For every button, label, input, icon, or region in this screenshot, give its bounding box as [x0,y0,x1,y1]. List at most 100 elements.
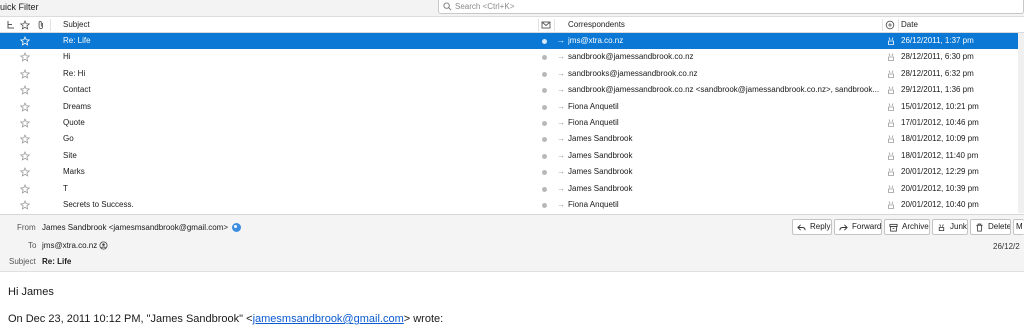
star-icon[interactable] [20,101,30,112]
forward-icon [839,224,848,231]
message-date: 18/01/2012, 11:40 pm [901,150,979,160]
star-icon[interactable] [20,68,30,79]
message-row[interactable]: Marks → James Sandbrook 20/01/2012, 12:2… [0,164,1024,180]
read-dot-icon[interactable] [542,153,547,159]
junk-icon[interactable] [886,184,896,194]
message-row[interactable]: T → James Sandbrook 20/01/2012, 10:39 pm [0,181,1024,197]
search-input[interactable]: Search <Ctrl+K> [438,0,1024,14]
column-header: Subject Correspondents Date [0,17,1024,33]
junk-icon[interactable] [886,102,896,112]
message-date: 18/01/2012, 10:09 pm [901,134,979,144]
more-label: M [1016,222,1023,231]
message-row[interactable]: Re: Life → jms@xtra.co.nz 26/12/2011, 1:… [0,33,1024,50]
read-dot-icon[interactable] [542,71,547,77]
read-dot-icon[interactable] [542,170,547,176]
read-dot-icon[interactable] [542,203,547,208]
read-dot-icon[interactable] [542,104,547,110]
star-icon[interactable] [20,134,30,145]
subject-label: Subject [9,257,36,266]
reply-button[interactable]: Reply [792,219,832,235]
message-row[interactable]: Site → James Sandbrook 18/01/2012, 11:40… [0,148,1024,164]
message-row[interactable]: Contact → sandbrook@jamessandbrook.co.nz… [0,82,1024,98]
message-subject: Marks [63,167,85,177]
arrow-icon: → [557,167,565,177]
message-subject: Go [63,134,74,144]
message-date: 28/12/2011, 6:32 pm [901,68,974,78]
sender-verified-icon[interactable] [232,223,241,232]
message-correspondent: James Sandbrook [568,150,633,160]
message-date: 15/01/2012, 10:21 pm [901,101,979,111]
arrow-icon: → [557,85,565,95]
junk-button[interactable]: Junk [932,219,968,235]
column-correspondents[interactable]: Correspondents [568,17,625,33]
column-date[interactable]: Date [901,17,918,33]
read-status-column-icon[interactable] [541,20,551,30]
body-greeting: Hi James [8,286,54,298]
message-row[interactable]: Go → James Sandbrook 18/01/2012, 10:09 p… [0,131,1024,147]
star-icon[interactable] [20,52,30,63]
star-icon[interactable] [20,118,30,128]
message-row[interactable]: Secrets to Success. → Fiona Anquetil 20/… [0,197,1024,213]
star-icon[interactable] [20,167,30,177]
thread-column-icon[interactable] [6,20,16,30]
junk-icon[interactable] [886,167,896,177]
star-icon[interactable] [20,85,30,95]
message-date: 20/01/2012, 10:39 pm [901,183,979,193]
message-correspondent: sandbrook@jamessandbrook.co.nz <sandbroo… [568,85,880,95]
arrow-icon: → [557,52,565,62]
junk-icon[interactable] [886,85,896,95]
to-value[interactable]: jms@xtra.co.nz [42,241,97,250]
message-correspondent: James Sandbrook [568,134,633,144]
star-column-icon[interactable] [20,20,30,30]
message-row[interactable]: Re: Hi → sandbrooks@jamessandbrook.co.nz… [0,66,1024,82]
junk-icon[interactable] [886,36,896,46]
message-subject: Hi [63,52,71,62]
read-dot-icon[interactable] [542,39,547,44]
star-icon[interactable] [20,36,30,46]
junk-status-column-icon[interactable] [885,20,895,30]
forward-label: Forward [852,222,882,231]
quick-filter-label[interactable]: uick Filter [0,2,39,12]
message-correspondent: jms@xtra.co.nz [568,36,624,45]
star-icon[interactable] [20,183,30,194]
read-dot-icon[interactable] [542,121,547,126]
message-date: 26/12/2011, 1:37 pm [901,36,974,45]
read-dot-icon[interactable] [542,186,547,192]
message-subject: T [63,183,68,193]
delete-label: Delete [988,222,1011,231]
read-dot-icon[interactable] [542,55,547,61]
archive-button[interactable]: Archive [884,219,930,235]
message-row[interactable]: Dreams → Fiona Anquetil 15/01/2012, 10:2… [0,99,1024,115]
message-subject: Contact [63,85,91,95]
column-subject[interactable]: Subject [63,17,90,33]
message-subject: Quote [63,118,85,127]
junk-icon[interactable] [886,200,896,210]
archive-icon [889,223,898,232]
star-icon[interactable] [20,150,30,161]
arrow-icon: → [557,183,565,193]
junk-icon[interactable] [886,151,896,161]
more-button[interactable]: M [1013,219,1024,235]
contact-icon[interactable] [99,241,108,250]
message-row[interactable]: Hi → sandbrook@jamessandbrook.co.nz 28/1… [0,49,1024,65]
body-quote-line: On Dec 23, 2011 10:12 PM, "James Sandbro… [8,313,443,325]
delete-button[interactable]: Delete [970,219,1011,235]
arrow-icon: → [557,101,565,111]
read-dot-icon[interactable] [542,88,547,94]
forward-button[interactable]: Forward [834,219,882,235]
message-correspondent: James Sandbrook [568,183,633,193]
read-dot-icon[interactable] [542,137,547,143]
attachment-column-icon[interactable] [36,20,46,30]
reply-icon [797,224,806,231]
star-icon[interactable] [20,200,30,210]
message-list-scrollbar[interactable] [1018,33,1024,213]
message-date: 20/01/2012, 10:40 pm [901,200,979,209]
from-value[interactable]: James Sandbrook <jamesmsandbrook@gmail.c… [42,223,228,232]
junk-icon[interactable] [886,118,896,128]
junk-icon[interactable] [886,69,896,79]
junk-icon[interactable] [886,134,896,144]
junk-icon [938,224,945,232]
message-row[interactable]: Quote → Fiona Anquetil 17/01/2012, 10:46… [0,115,1024,131]
quote-email-link[interactable]: jamesmsandbrook@gmail.com [253,313,404,325]
junk-icon[interactable] [886,52,896,62]
